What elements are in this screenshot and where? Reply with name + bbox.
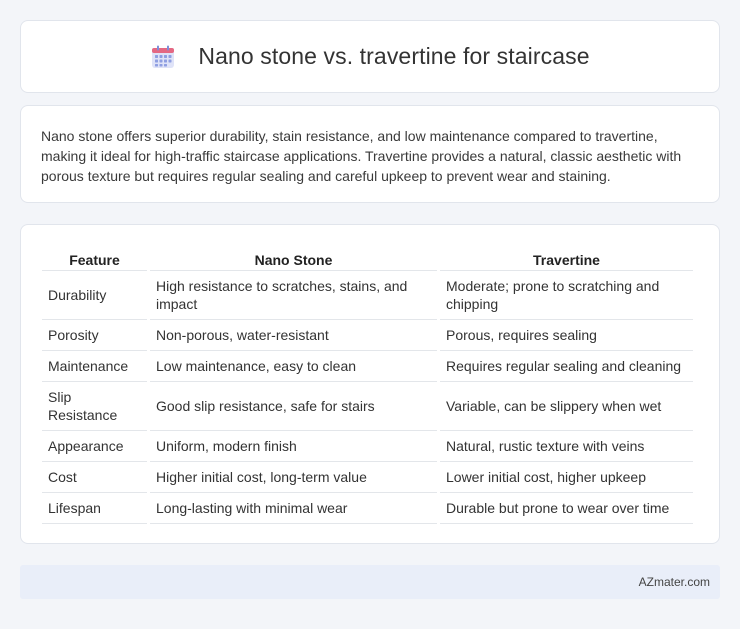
feature-cell: Slip Resistance (42, 381, 147, 430)
nano-stone-cell: Long-lasting with minimal wear (150, 492, 437, 524)
feature-cell: Cost (42, 461, 147, 492)
nano-stone-cell: Low maintenance, easy to clean (150, 350, 437, 381)
table-row: Maintenance Low maintenance, easy to cle… (42, 350, 693, 381)
column-header-nano-stone: Nano Stone (254, 252, 333, 268)
footer-brand: AZmater.com (638, 575, 710, 589)
column-header-travertine: Travertine (533, 252, 600, 268)
comparison-table: Feature Nano Stone Travertine Durability… (39, 245, 696, 524)
nano-stone-cell: Good slip resistance, safe for stairs (150, 381, 437, 430)
calendar-icon (150, 44, 176, 70)
table-header-row: Feature Nano Stone Travertine (42, 245, 693, 270)
nano-stone-cell: Uniform, modern finish (150, 430, 437, 461)
travertine-cell: Durable but prone to wear over time (440, 492, 693, 524)
table-row: Durability High resistance to scratches,… (42, 270, 693, 319)
footer-bar: AZmater.com (20, 565, 720, 599)
nano-stone-cell: Higher initial cost, long-term value (150, 461, 437, 492)
nano-stone-cell: Non-porous, water-resistant (150, 319, 437, 350)
travertine-cell: Moderate; prone to scratching and chippi… (440, 270, 693, 319)
table-row: Appearance Uniform, modern finish Natura… (42, 430, 693, 461)
feature-cell: Lifespan (42, 492, 147, 524)
summary-text: Nano stone offers superior durability, s… (41, 128, 682, 184)
title-card: Nano stone vs. travertine for staircase (20, 20, 720, 93)
page-title: Nano stone vs. travertine for staircase (198, 43, 590, 69)
comparison-table-card: Feature Nano Stone Travertine Durability… (20, 224, 720, 544)
table-row: Slip Resistance Good slip resistance, sa… (42, 381, 693, 430)
nano-stone-cell: High resistance to scratches, stains, an… (150, 270, 437, 319)
travertine-cell: Variable, can be slippery when wet (440, 381, 693, 430)
travertine-cell: Requires regular sealing and cleaning (440, 350, 693, 381)
travertine-cell: Natural, rustic texture with veins (440, 430, 693, 461)
feature-cell: Maintenance (42, 350, 147, 381)
table-row: Cost Higher initial cost, long-term valu… (42, 461, 693, 492)
summary-card: Nano stone offers superior durability, s… (20, 105, 720, 203)
travertine-cell: Porous, requires sealing (440, 319, 693, 350)
travertine-cell: Lower initial cost, higher upkeep (440, 461, 693, 492)
column-header-feature: Feature (69, 252, 120, 268)
feature-cell: Durability (42, 270, 147, 319)
feature-cell: Appearance (42, 430, 147, 461)
table-row: Porosity Non-porous, water-resistant Por… (42, 319, 693, 350)
table-row: Lifespan Long-lasting with minimal wear … (42, 492, 693, 524)
feature-cell: Porosity (42, 319, 147, 350)
